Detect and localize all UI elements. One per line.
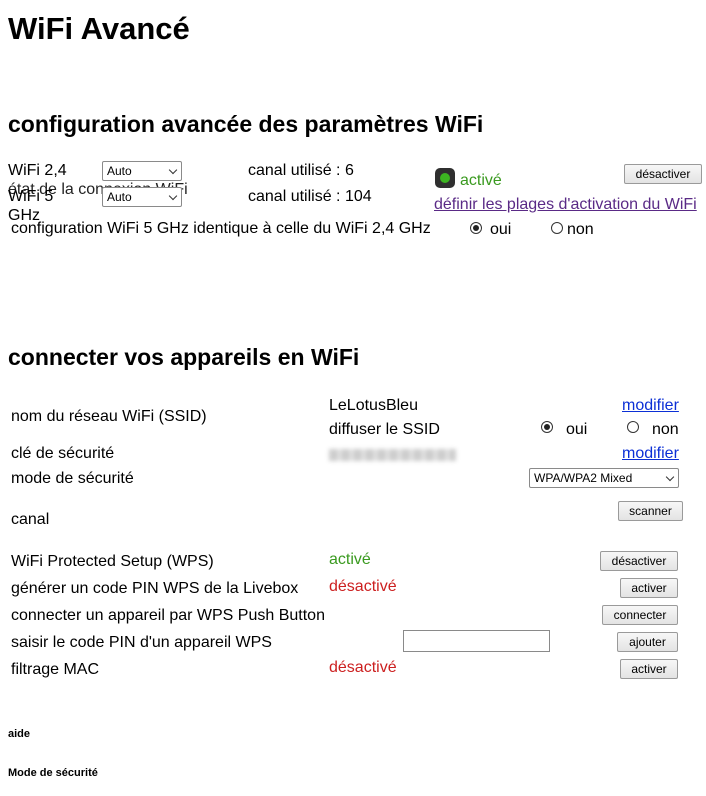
security-key-label: clé de sécurité <box>11 445 115 462</box>
wifi5-select-value: Auto <box>107 190 132 204</box>
wifi24-channel-used: canal utilisé : 6 <box>248 162 354 179</box>
pin-activate-button[interactable]: activer <box>620 578 678 598</box>
push-button-label: connecter un appareil par WPS Push Butto… <box>11 607 325 624</box>
wifi5-channel-used: canal utilisé : 104 <box>248 188 372 205</box>
scan-button[interactable]: scanner <box>618 501 683 521</box>
connect-button[interactable]: connecter <box>602 605 678 625</box>
identical-config-label: configuration WiFi 5 GHz identique à cel… <box>11 220 431 237</box>
broadcast-ssid-label: diffuser le SSID <box>329 421 440 438</box>
advanced-config-heading: configuration avancée des paramètres WiF… <box>8 111 484 137</box>
security-mode-select[interactable]: WPA/WPA2 Mixed <box>529 468 679 488</box>
wps-label: WiFi Protected Setup (WPS) <box>11 553 214 570</box>
ssid-modify-link[interactable]: modifier <box>622 396 679 415</box>
wifi24-label: WiFi 2,4 <box>8 162 67 179</box>
wifi24-select-value: Auto <box>107 164 132 178</box>
wifi5-label: WiFi 5 <box>8 188 54 205</box>
connect-devices-heading: connecter vos appareils en WiFi <box>8 344 360 370</box>
schedule-link[interactable]: définir les plages d'activation du WiFi <box>434 195 697 214</box>
security-mode-label: mode de sécurité <box>11 470 134 487</box>
wifi24-channel-select[interactable]: Auto <box>102 161 182 181</box>
help-label: aide <box>8 728 31 740</box>
ssid-label: nom du réseau WiFi (SSID) <box>11 408 207 425</box>
chevron-down-icon <box>665 472 675 482</box>
mac-filter-status: désactivé <box>329 659 397 676</box>
mac-filter-label: filtrage MAC <box>11 661 100 678</box>
wifi-status-text: activé <box>460 172 502 189</box>
chevron-down-icon <box>168 191 178 201</box>
pin-generate-label: générer un code PIN WPS de la Livebox <box>11 580 299 597</box>
channel-label: canal <box>11 511 50 528</box>
broadcast-yes-label: oui <box>566 421 588 438</box>
security-mode-help-heading: Mode de sécurité <box>8 767 98 779</box>
wifi5-channel-select[interactable]: Auto <box>102 187 182 207</box>
page-title: WiFi Avancé <box>8 11 190 46</box>
wifi-deactivate-button[interactable]: désactiver <box>624 164 702 184</box>
wps-deactivate-button[interactable]: désactiver <box>600 551 678 571</box>
security-mode-value: WPA/WPA2 Mixed <box>534 471 633 485</box>
wps-status: activé <box>329 551 371 568</box>
identical-yes-radio[interactable] <box>470 222 482 234</box>
identical-no-radio[interactable] <box>551 222 563 234</box>
broadcast-yes-radio[interactable] <box>541 421 553 433</box>
masked-security-key <box>329 449 456 461</box>
chevron-down-icon <box>168 165 178 175</box>
green-led-icon <box>435 168 455 188</box>
identical-no-label: non <box>567 221 594 238</box>
broadcast-no-radio[interactable] <box>627 421 639 433</box>
ssid-value: LeLotusBleu <box>329 397 418 414</box>
broadcast-no-label: non <box>652 421 679 438</box>
identical-yes-label: oui <box>490 221 512 238</box>
add-pin-button[interactable]: ajouter <box>617 632 678 652</box>
pin-input[interactable] <box>403 630 550 652</box>
enter-pin-label: saisir le code PIN d'un appareil WPS <box>11 634 272 651</box>
mac-activate-button[interactable]: activer <box>620 659 678 679</box>
pin-generate-status: désactivé <box>329 578 397 595</box>
key-modify-link[interactable]: modifier <box>622 444 679 463</box>
